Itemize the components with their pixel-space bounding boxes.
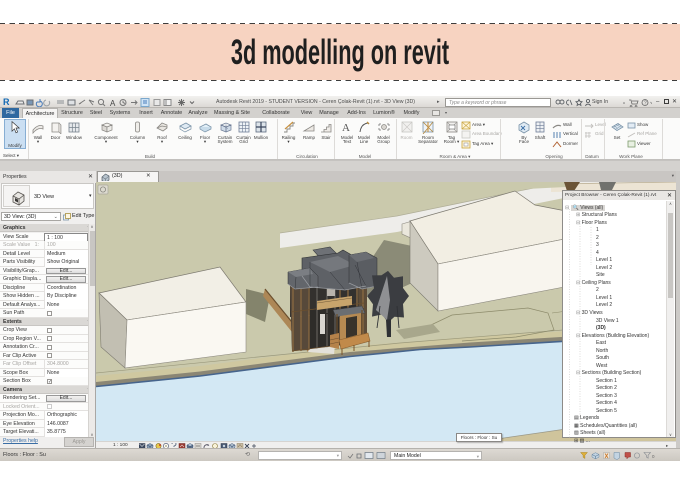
svg-text:A: A [342, 122, 350, 134]
svg-text:0: 0 [652, 454, 655, 459]
svg-text:?: ? [644, 101, 647, 107]
svg-text:A: A [110, 99, 116, 107]
